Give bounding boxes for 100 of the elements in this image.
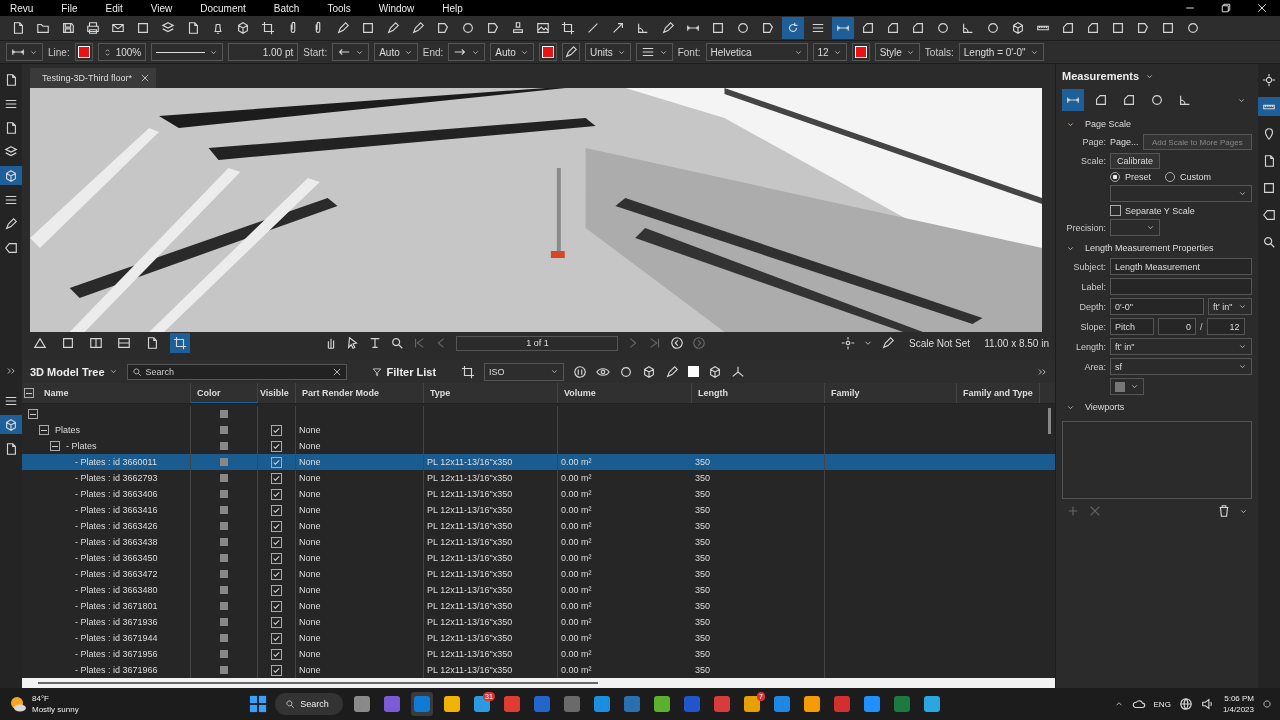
dropdown-value: sf [1115,361,1122,372]
dropdown-value: ft' in" [1115,341,1135,352]
column-header[interactable]: Volume [558,383,692,404]
menu-item[interactable]: Revu [10,2,34,14]
section-header[interactable]: Length Measurement Properties [1062,238,1252,258]
area-unit-dropdown[interactable]: sf [1110,358,1252,375]
start-mode-dropdown[interactable]: Auto [374,43,418,61]
section-title: Length Measurement Properties [1085,243,1214,253]
panel-title-dropdown[interactable]: Measurements [1062,64,1252,88]
column-header[interactable]: Family [825,383,957,404]
tree-item-name[interactable]: - Plates : id 3671966 [75,665,158,676]
tree-item-name[interactable]: - Plates : id 3660011 [75,457,157,468]
table-cell: PL 12x11-13/16"x350 [427,649,513,660]
radio-label[interactable]: Custom [1180,172,1212,182]
table-cell: 350 [695,585,711,596]
tree-item-name[interactable]: - Plates : id 3671801 [75,601,158,612]
line-width-field[interactable]: 1.00 pt [228,43,299,61]
font-size-dropdown[interactable]: 12 [812,43,847,61]
table-cell: PL 12x11-13/16"x350 [427,489,513,500]
tree-item-name[interactable]: - Plates : id 3663426 [75,521,158,532]
tree-item-name[interactable]: - Plates : id 3663480 [75,585,158,596]
search-button[interactable]: Search [275,693,343,715]
scale-status: Scale Not Set [908,337,971,349]
tree-item-name[interactable]: - Plates : id 3671936 [75,617,158,628]
filter-list-button[interactable]: Filter List [365,364,443,379]
menu-item[interactable]: Window [378,2,415,14]
table-cell: PL 12x11-13/16"x350 [427,537,513,548]
table-cell: 0.00 m² [561,553,592,564]
view-dropdown[interactable]: ISO [484,362,565,381]
tree-item-name[interactable]: - Plates : id 3663472 [75,569,158,580]
search-box[interactable]: Search [126,363,347,380]
area-label: Area: [1083,361,1106,372]
table-cell: 350 [695,617,711,628]
table-cell: PL 12x11-13/16"x350 [427,617,513,628]
section-header[interactable]: Page Scale [1062,114,1252,134]
radio-label[interactable]: Preset [1125,172,1151,182]
scale-label: Scale: [1080,156,1106,166]
depth-field[interactable]: 0'-0" [1110,298,1204,315]
style-dropdown[interactable]: Style [874,43,920,61]
depth-unit-dropdown[interactable]: ft' in" [1208,298,1252,315]
language-indicator[interactable]: ENG [1153,699,1171,709]
table-cell: None [299,585,321,596]
opacity-field[interactable]: 100% [97,43,147,61]
table-cell: 0.00 m² [561,489,592,500]
section-header[interactable]: Viewports [1062,397,1252,417]
tree-item-name[interactable]: - Plates : id 3663450 [75,553,158,564]
tree-item-name[interactable]: - Plates : id 3671944 [75,633,158,644]
column-header[interactable]: Family and Type [957,383,1040,404]
opacity-value: 100% [115,46,142,58]
length-unit-dropdown[interactable]: ft' in" [1110,338,1252,355]
totals-dropdown[interactable]: Length = 0'-0" [958,43,1044,61]
end-label: End: [422,46,444,58]
units-dropdown[interactable]: Units [584,43,631,61]
table-cell: PL 12x11-13/16"x350 [427,553,513,564]
add-scale-button[interactable]: Add Scale to More Pages [1142,134,1252,150]
end-mode-dropdown[interactable]: Auto [490,43,534,61]
table-cell: None [299,521,321,532]
slash: / [1200,321,1203,332]
calibrate-button[interactable]: Calibrate [1110,153,1161,169]
column-header[interactable]: Length [692,383,825,404]
tree-item-name[interactable]: - Plates : id 3663416 [75,505,158,516]
column-header[interactable]: Visible [258,383,296,404]
checkbox-label[interactable]: Separate Y Scale [1125,205,1195,216]
run-field[interactable]: 12 [1206,318,1245,335]
menu-item[interactable]: Batch [273,2,300,14]
table-cell: None [299,569,321,580]
column-header[interactable]: Type [424,383,558,404]
dropdown-value: ft' in" [1213,301,1233,312]
menu-item[interactable]: Document [200,2,246,14]
tree-item-name[interactable]: Plates [55,425,80,436]
menu-item[interactable]: Tools [327,2,351,14]
page-number-field[interactable]: 1 of 1 [456,335,619,351]
rise-field[interactable]: 0 [1158,318,1196,335]
menu-item[interactable]: View [150,2,173,14]
table-cell: None [299,633,321,644]
document-tab[interactable]: Testing-3D-Third floor* [30,68,157,88]
table-cell: None [299,505,321,516]
column-header[interactable]: Color [191,383,258,404]
font-dropdown[interactable]: Helvetica [705,43,808,61]
table-cell: None [299,665,321,676]
tree-item-name[interactable]: - Plates : id 3663406 [75,489,158,500]
table-cell: None [299,649,321,660]
table-cell: 350 [695,473,711,484]
menu-item[interactable]: Edit [105,2,123,14]
tab-title[interactable]: Testing-3D-Third floor* [42,73,133,83]
tree-item-name[interactable]: - Plates : id 3662793 [75,473,158,484]
column-header[interactable]: Name [38,383,191,404]
tree-item-name[interactable]: - Plates [66,441,97,452]
table-cell: 0.00 m² [561,649,592,660]
menu-item[interactable]: File [61,2,78,14]
tree-item-name[interactable]: - Plates : id 3671956 [75,649,158,660]
tree-item-name[interactable]: - Plates : id 3663438 [75,537,158,548]
subject-field[interactable]: Length Measurement [1110,258,1252,275]
dropdown-value: Length = 0'-0" [963,46,1026,58]
search-field[interactable]: Search [145,366,328,377]
menu-item[interactable]: Help [442,2,463,14]
totals-label: Totals: [924,46,954,58]
column-header[interactable]: Part Render Mode [296,383,424,404]
slope-mode-field[interactable]: Pitch [1110,318,1154,335]
table-cell: PL 12x11-13/16"x350 [427,633,513,644]
